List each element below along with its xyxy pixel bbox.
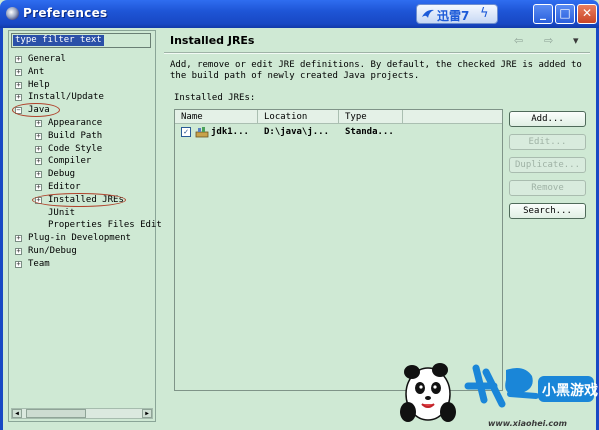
page-title: Installed JREs — [170, 34, 255, 47]
tree-item-properties-files-edit[interactable]: Properties Files Edit — [9, 219, 162, 232]
minimize-button[interactable]: _ — [533, 4, 553, 24]
expand-icon[interactable]: + — [15, 248, 22, 255]
horizontal-scrollbar[interactable]: ◀ ▶ — [11, 408, 153, 419]
tree-item-label: Properties Files Edit — [48, 220, 162, 231]
close-button[interactable]: ✕ — [577, 4, 597, 24]
watermark: 小黑游戏 www.xiaohei.com — [398, 356, 598, 430]
header-divider — [164, 52, 590, 54]
back-icon[interactable]: ⇦ — [514, 34, 523, 47]
watermark-url: www.xiaohei.com — [488, 419, 567, 428]
expand-icon[interactable]: + — [15, 94, 22, 102]
add-button[interactable]: Add... — [509, 111, 586, 127]
column-header-name[interactable]: Name — [175, 110, 258, 124]
expand-icon[interactable]: + — [15, 56, 22, 63]
tree-item-team[interactable]: + Team — [9, 258, 155, 271]
tree-item-java[interactable]: − Java — [9, 103, 155, 118]
expand-icon[interactable]: + — [35, 120, 42, 127]
highlight-ring — [32, 192, 126, 207]
table-header: Name Location Type — [175, 110, 502, 124]
window-title: Preferences — [23, 6, 108, 20]
tree-item-installed-jres[interactable]: + Installed JREs — [9, 192, 155, 207]
tree-item-appearance[interactable]: + Appearance — [9, 117, 155, 130]
view-menu-icon[interactable]: ▾ — [573, 34, 579, 47]
tree-item-run-debug[interactable]: + Run/Debug — [9, 245, 155, 258]
expand-icon[interactable]: + — [35, 184, 42, 191]
expand-icon[interactable]: + — [35, 132, 42, 140]
expand-icon[interactable]: + — [15, 260, 22, 268]
tree-item-code-style[interactable]: + Code Style — [9, 143, 155, 156]
tree-item-label: Ant — [28, 66, 45, 77]
preferences-tree-pane: type filter text + General + Ant + Help + Insta… — [8, 30, 162, 422]
forward-icon[interactable]: ⇨ — [544, 34, 553, 47]
duplicate-button[interactable]: Duplicate... — [509, 157, 586, 173]
tree-item-help[interactable]: + Help — [9, 79, 155, 92]
tree-item-junit[interactable]: JUnit — [9, 207, 155, 220]
jre-location-cell: D:\java\j... — [264, 127, 330, 137]
highlight-ring — [12, 103, 60, 118]
tree-item-label: Code Style — [48, 143, 103, 154]
edit-button[interactable]: Edit... — [509, 134, 586, 150]
jre-type-cell: Standa... — [345, 127, 394, 137]
expand-icon[interactable]: + — [15, 68, 22, 76]
eclipse-icon — [6, 7, 19, 20]
lightning-icon: ϟ — [480, 6, 489, 21]
tree-item-debug[interactable]: + Debug — [9, 168, 155, 181]
tree-item-label: JUnit — [48, 207, 76, 218]
column-header-location[interactable]: Location — [258, 110, 339, 124]
badge-label: 迅雷7 — [437, 9, 470, 23]
scroll-thumb[interactable] — [26, 409, 86, 418]
tree-item-label: Compiler — [48, 156, 92, 167]
expand-icon[interactable]: + — [15, 235, 22, 243]
tree-item-label: Debug — [48, 169, 76, 180]
tree-item-general[interactable]: + General — [9, 53, 155, 66]
tree-item-ant[interactable]: + Ant — [9, 66, 155, 79]
filter-input[interactable]: type filter text — [11, 33, 151, 48]
tree-item-label: Plug-in Development — [28, 233, 131, 244]
tree-item-label: Appearance — [48, 118, 103, 128]
table-heading: Installed JREs: — [174, 93, 256, 103]
jre-name-cell: jdk1... — [211, 127, 249, 137]
tree-item-label: General — [28, 54, 66, 64]
tree-item-label: Team — [28, 258, 50, 269]
expand-icon[interactable]: + — [15, 81, 22, 89]
expand-icon[interactable]: + — [35, 171, 42, 179]
thunder-badge[interactable]: 迅雷7 ϟ — [416, 4, 498, 24]
remove-button[interactable]: Remove — [509, 180, 586, 196]
column-header-type[interactable]: Type — [339, 110, 403, 124]
title-bar: Preferences 迅雷7 ϟ _ □ ✕ — [0, 0, 599, 28]
tree-item-compiler[interactable]: + Compiler — [9, 155, 155, 168]
filter-text: type filter text — [13, 35, 104, 46]
page-description: Add, remove or edit JRE definitions. By … — [170, 60, 582, 81]
scroll-left-icon[interactable]: ◀ — [12, 409, 22, 418]
maximize-button[interactable]: □ — [555, 4, 575, 24]
watermark-brand: 小黑游戏 — [542, 383, 598, 399]
bird-icon — [422, 9, 434, 18]
jre-checkbox[interactable]: ✓ — [181, 127, 191, 137]
jre-table[interactable]: Name Location Type ✓ jdk1... D:\java\j..… — [174, 109, 503, 391]
table-row[interactable]: ✓ jdk1... D:\java\j... Standa... — [175, 125, 502, 139]
tree-item-label: Build Path — [48, 130, 103, 141]
expand-icon[interactable]: + — [35, 158, 42, 166]
scroll-right-icon[interactable]: ▶ — [142, 409, 152, 418]
tree-item-build-path[interactable]: + Build Path — [9, 130, 155, 143]
tree-item-label: Help — [28, 79, 50, 90]
jre-library-icon — [195, 127, 209, 138]
search-button[interactable]: Search... — [509, 203, 586, 219]
expand-icon[interactable]: + — [35, 145, 42, 153]
tree-item-plug-in-development[interactable]: + Plug-in Development — [9, 232, 155, 245]
tree-item-label: Run/Debug — [28, 246, 77, 256]
